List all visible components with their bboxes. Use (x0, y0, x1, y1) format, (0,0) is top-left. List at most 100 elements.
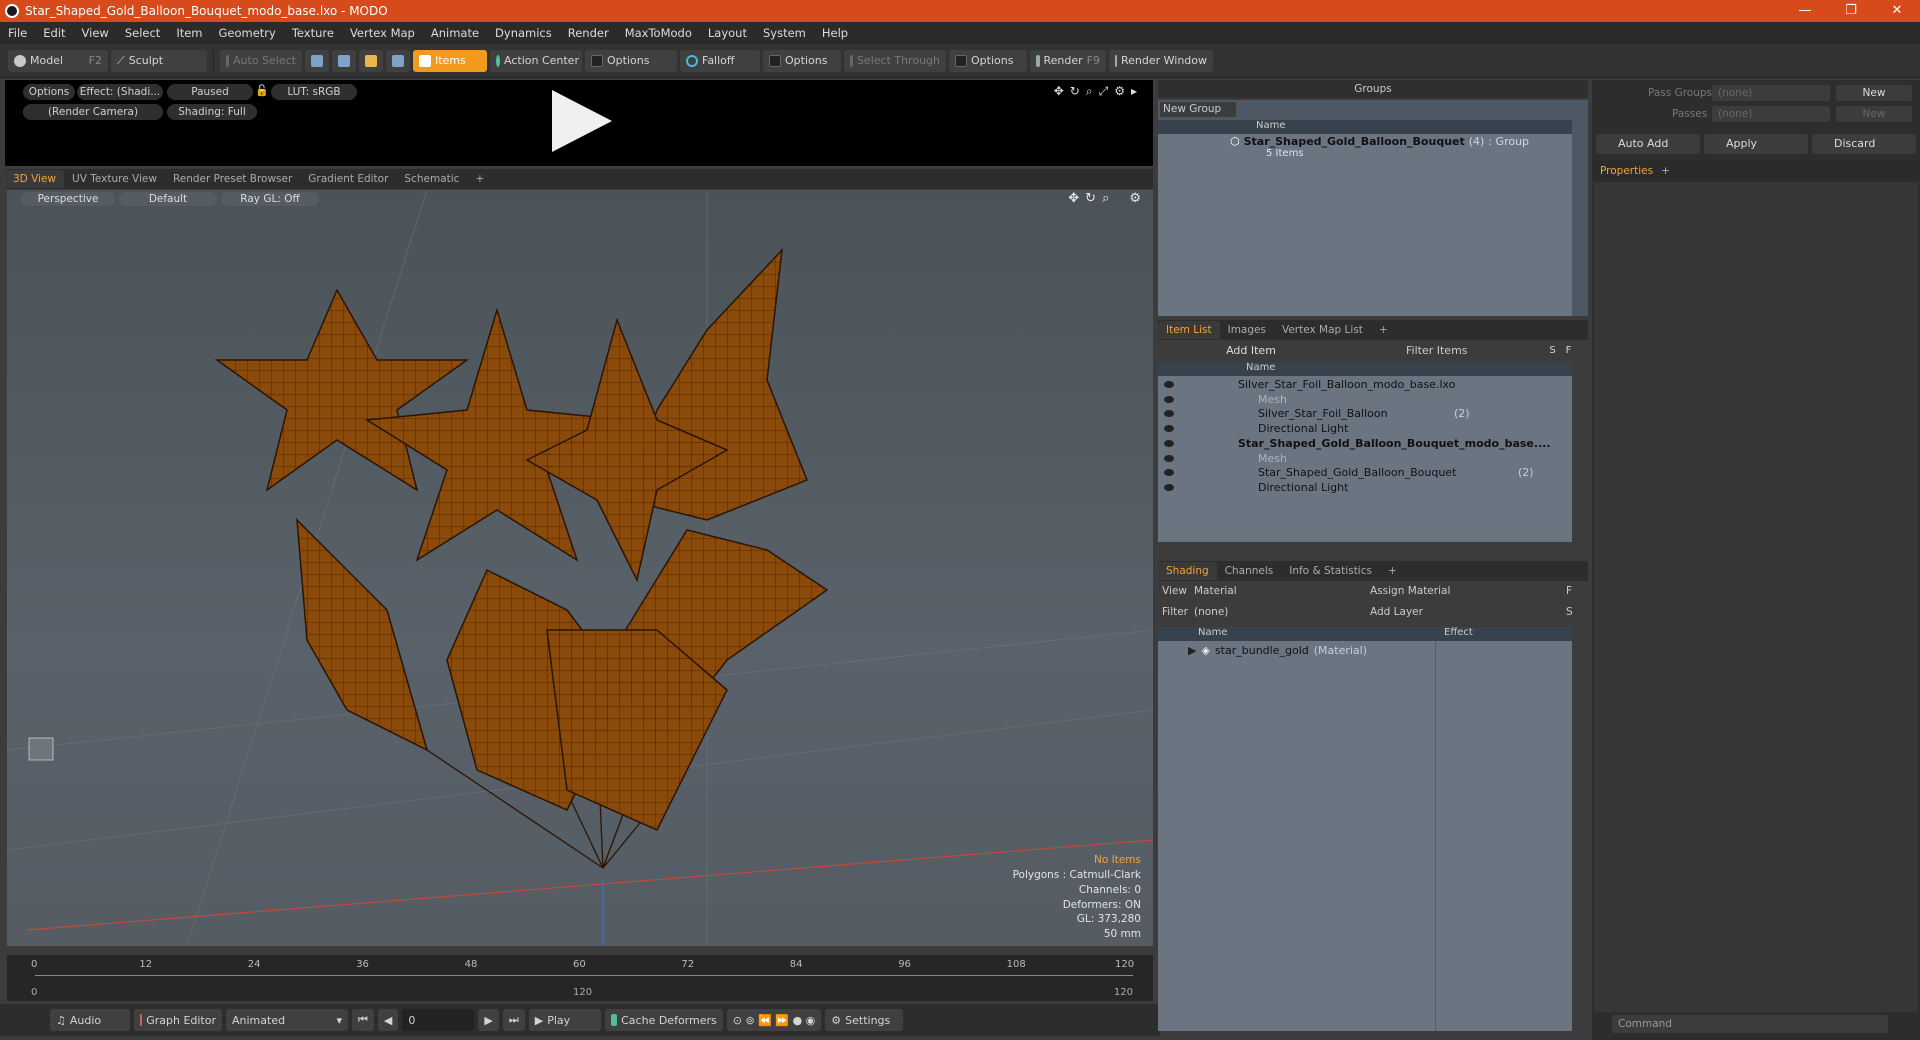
item-row[interactable]: Directional Light (1158, 481, 1572, 495)
preview-paused-button[interactable]: Paused (167, 84, 253, 100)
lock-icon[interactable]: 🔓 (255, 84, 269, 97)
visibility-eye-icon[interactable] (1164, 381, 1174, 388)
close-button[interactable]: ✕ (1874, 0, 1920, 22)
new-group-button[interactable]: New Group (1160, 102, 1236, 117)
item-row[interactable]: Mesh (1158, 393, 1572, 407)
shading-s-button[interactable]: S (1564, 604, 1576, 620)
cache-deformers-button[interactable]: Cache Deformers (604, 1009, 723, 1031)
search-f-button[interactable]: F (1562, 342, 1575, 359)
expand-arrow-icon[interactable]: ▸ (1131, 84, 1137, 99)
next-frame-button[interactable]: ▶ (478, 1009, 499, 1031)
item-row[interactable]: Mesh (1158, 452, 1572, 466)
preview-effect-dropdown[interactable]: Effect: (Shadi... (77, 84, 163, 100)
select-through-button[interactable]: Select Through (844, 49, 946, 72)
preview-options-button[interactable]: Options (23, 84, 75, 100)
rotate-icon[interactable]: ↻ (1070, 84, 1080, 99)
menu-item-maxtomodo[interactable]: MaxToModo (617, 26, 700, 40)
item-row[interactable]: Star_Shaped_Gold_Balloon_Bouquet (2) (1158, 466, 1572, 480)
add-item-dropdown[interactable]: Add Item (1160, 342, 1342, 359)
last-frame-button[interactable]: ⏭ (502, 1009, 525, 1031)
tab-vertex-map-list[interactable]: Vertex Map List (1274, 321, 1371, 339)
item-row[interactable]: Silver_Star_Foil_Balloon (2) (1158, 407, 1572, 421)
new-pass-group-button[interactable]: New (1836, 85, 1912, 101)
audio-button[interactable]: ♫ Audio (50, 1009, 130, 1031)
timeline[interactable]: 0 120 120 0 12 24 36 48 60 72 84 96 108 120 (7, 955, 1153, 1001)
shading-list[interactable]: ▶ ◈ star_bundle_gold (Material) (1158, 641, 1572, 1031)
menu-item-file[interactable]: File (0, 26, 35, 40)
visibility-eye-icon[interactable] (1164, 410, 1174, 418)
visibility-eye-icon[interactable] (1164, 483, 1174, 491)
material-row[interactable]: ▶ ◈ star_bundle_gold (Material) (1188, 644, 1367, 657)
tab--[interactable]: + (1371, 321, 1396, 339)
visibility-eye-icon[interactable] (1164, 454, 1174, 462)
menu-item-view[interactable]: View (74, 26, 117, 40)
restore-button[interactable]: ❐ (1828, 0, 1874, 22)
tab-info-statistics[interactable]: Info & Statistics (1281, 562, 1380, 580)
action-center-button[interactable]: Action Center (490, 49, 582, 72)
visibility-eye-icon[interactable] (1164, 469, 1174, 477)
groups-list[interactable]: ⬡ Star_Shaped_Gold_Balloon_Bouquet (4) :… (1158, 134, 1572, 316)
falloff-options-button[interactable]: Options (763, 49, 841, 72)
menu-item-system[interactable]: System (755, 26, 814, 40)
tab-channels[interactable]: Channels (1217, 562, 1282, 580)
passes-dropdown[interactable]: (none) (1712, 106, 1830, 122)
action-center-options-button[interactable]: Options (585, 49, 677, 72)
play-button[interactable]: ▶ Play (528, 1009, 601, 1031)
menu-item-dynamics[interactable]: Dynamics (487, 26, 560, 40)
properties-tab[interactable]: Properties (1592, 165, 1661, 177)
item-row[interactable]: Silver_Star_Foil_Balloon_modo_base.lxo (1158, 378, 1572, 392)
view-dropdown[interactable]: Material (1188, 583, 1358, 599)
menu-item-render[interactable]: Render (560, 26, 617, 40)
tab-gradient-editor[interactable]: Gradient Editor (300, 170, 396, 188)
menu-item-edit[interactable]: Edit (35, 26, 73, 40)
assign-material-button[interactable]: Assign Material (1364, 583, 1560, 599)
first-frame-button[interactable]: ⏮ (352, 1009, 374, 1031)
prev-frame-button[interactable]: ◀ (377, 1009, 399, 1031)
menu-item-texture[interactable]: Texture (284, 26, 342, 40)
select-options-button[interactable]: Options (949, 49, 1027, 72)
lut-dropdown[interactable]: LUT: sRGB (271, 84, 357, 100)
vertex-select-button[interactable] (305, 49, 329, 72)
falloff-button[interactable]: Falloff (680, 49, 760, 72)
command-input[interactable]: Command (1612, 1015, 1888, 1033)
polygon-select-button[interactable] (359, 49, 383, 72)
material-select-button[interactable] (386, 49, 410, 72)
visibility-eye-icon[interactable] (1164, 395, 1174, 403)
tab-schematic[interactable]: Schematic (396, 170, 467, 188)
camera-dropdown[interactable]: (Render Camera) (23, 104, 163, 120)
group-row[interactable]: ⬡ Star_Shaped_Gold_Balloon_Bouquet (4) :… (1230, 135, 1529, 148)
item-list[interactable]: Silver_Star_Foil_Balloon_modo_base.lxo Me… (1158, 376, 1572, 542)
move-icon[interactable]: ✥ (1054, 84, 1064, 99)
add-layer-dropdown[interactable]: Add Layer (1364, 604, 1560, 620)
graph-editor-button[interactable]: Graph Editor (134, 1009, 222, 1031)
item-row[interactable]: Directional Light (1158, 422, 1572, 436)
key-tools-button[interactable]: ⊙ ⊚ ⏪ ⏩ ● ◉ (726, 1009, 822, 1031)
model-mode-button[interactable]: Model F2 (8, 49, 108, 72)
expand-arrow-icon[interactable]: ▶ (1188, 644, 1196, 657)
search-s-button[interactable]: S (1546, 342, 1559, 359)
tab-item-list[interactable]: Item List (1158, 321, 1220, 339)
discard-button[interactable]: Discard (1812, 134, 1916, 154)
tab-images[interactable]: Images (1220, 321, 1274, 339)
visibility-eye-icon[interactable] (1164, 439, 1174, 447)
shading-f-button[interactable]: F (1564, 583, 1576, 599)
menu-item-help[interactable]: Help (814, 26, 856, 40)
minimize-button[interactable]: — (1782, 0, 1828, 22)
items-mode-button[interactable]: Items (413, 49, 487, 72)
menu-item-layout[interactable]: Layout (700, 26, 755, 40)
menu-item-geometry[interactable]: Geometry (211, 26, 284, 40)
sculpt-mode-button[interactable]: ⟋ Sculpt (111, 49, 207, 72)
apply-button[interactable]: Apply (1704, 134, 1808, 154)
menu-item-animate[interactable]: Animate (423, 26, 487, 40)
visibility-eye-icon[interactable] (1164, 425, 1174, 433)
settings-button[interactable]: ⚙ Settings (825, 1009, 904, 1031)
pass-groups-dropdown[interactable]: (none) (1712, 85, 1830, 101)
zoom-icon[interactable]: ⌕ (1086, 84, 1093, 99)
render-button[interactable]: Render F9 (1030, 49, 1106, 72)
menu-item-select[interactable]: Select (117, 26, 168, 40)
tab-3d-view[interactable]: 3D View (5, 170, 65, 188)
new-pass-button[interactable]: New (1836, 106, 1912, 122)
filter-dropdown[interactable]: (none) (1188, 604, 1358, 620)
tab--[interactable]: + (1380, 562, 1405, 580)
menu-item-item[interactable]: Item (168, 26, 210, 40)
